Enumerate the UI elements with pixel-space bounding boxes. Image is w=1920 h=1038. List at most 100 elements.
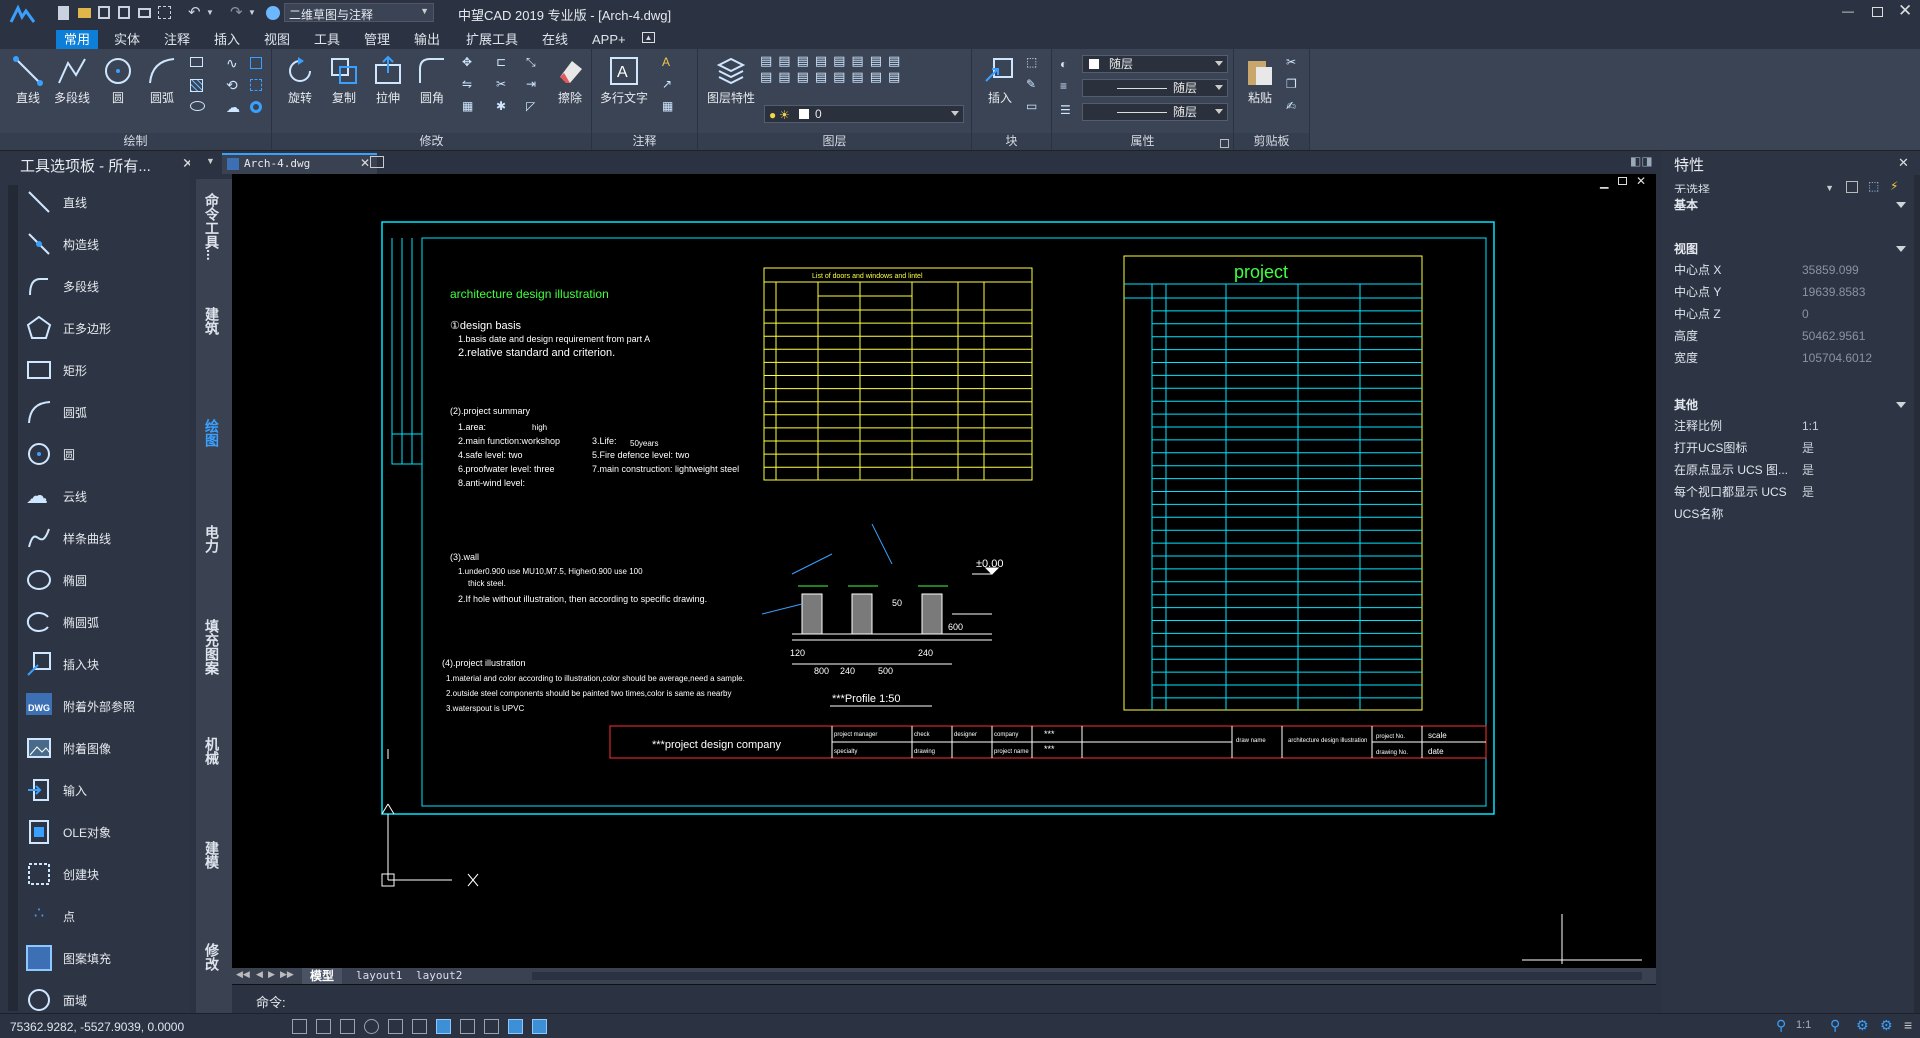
- tool-xline[interactable]: 构造线: [26, 227, 166, 261]
- tab-manage[interactable]: 管理: [356, 30, 398, 49]
- tab-view[interactable]: 视图: [256, 30, 298, 49]
- prev-layout-icon[interactable]: ◀: [256, 969, 263, 980]
- new-file-icon[interactable]: [58, 6, 69, 20]
- tab-online[interactable]: 在线: [534, 30, 576, 49]
- edit-block-icon[interactable]: ✎: [1026, 77, 1042, 93]
- prop-ucs-per-viewport[interactable]: 每个视口都显示 UCS 是: [1674, 480, 1914, 504]
- undo-dropdown-icon[interactable]: ▼: [206, 8, 214, 17]
- annotation-visibility-icon[interactable]: ⚲: [1776, 1017, 1786, 1034]
- scale-icon[interactable]: ⤡: [526, 55, 542, 71]
- save-as-icon[interactable]: [118, 6, 130, 19]
- command-line[interactable]: 命令:: [232, 984, 1656, 1013]
- arc-button[interactable]: 圆弧: [140, 55, 184, 106]
- tool-point[interactable]: ∴ 点: [26, 899, 166, 933]
- osnap-icon[interactable]: [388, 1019, 403, 1034]
- tool-revcloud[interactable]: ☁ 云线: [26, 479, 166, 513]
- save-icon[interactable]: [98, 6, 110, 19]
- tool-arc[interactable]: 圆弧: [26, 395, 166, 429]
- point-icon[interactable]: [250, 79, 262, 91]
- tab-extend-tools[interactable]: 扩展工具: [458, 30, 526, 49]
- vtab-command-tools[interactable]: 命令工具...: [200, 185, 222, 269]
- circle-button[interactable]: 圆: [96, 55, 140, 106]
- explode-icon[interactable]: ✱: [496, 99, 512, 115]
- doc-tab[interactable]: Arch-4.dwg ✕: [222, 153, 377, 174]
- mtext-button[interactable]: A 多行文字: [596, 55, 652, 106]
- tool-hatch[interactable]: 图案填充: [26, 941, 166, 975]
- match-icon[interactable]: ✍: [1286, 99, 1302, 115]
- properties-scrollbar[interactable]: [1914, 175, 1920, 1013]
- lineweight-select[interactable]: 随层: [1082, 103, 1228, 121]
- prop-height[interactable]: 高度 50462.9561: [1674, 324, 1914, 348]
- snap-icon[interactable]: [316, 1019, 331, 1034]
- prop-center-y[interactable]: 中心点 Y 19639.8583: [1674, 280, 1914, 304]
- create-block-icon[interactable]: ⬚: [1026, 55, 1042, 71]
- settings-icon[interactable]: ⚙: [1880, 1017, 1893, 1034]
- tool-line[interactable]: 直线: [26, 185, 166, 219]
- redo-dropdown-icon[interactable]: ▼: [248, 8, 256, 17]
- table-icon[interactable]: ▦: [662, 99, 678, 115]
- grid-icon[interactable]: [292, 1019, 307, 1034]
- minimize-button[interactable]: —: [1842, 4, 1856, 20]
- chamfer-icon[interactable]: ◸: [526, 99, 542, 115]
- tab-tools[interactable]: 工具: [306, 30, 348, 49]
- tool-xref[interactable]: DWG 附着外部参照: [26, 689, 166, 723]
- donut-icon[interactable]: [250, 101, 262, 113]
- polar-icon[interactable]: [364, 1019, 379, 1034]
- drawing-canvas[interactable]: ▁ ✕ architecture design illustration ①de…: [232, 174, 1656, 968]
- prop-ucs-name[interactable]: UCS名称: [1674, 502, 1914, 526]
- hatch-icon[interactable]: [190, 79, 203, 92]
- first-layout-icon[interactable]: ◀◀: [236, 969, 250, 980]
- attribute-icon[interactable]: ▭: [1026, 99, 1042, 115]
- tool-insert-block[interactable]: 插入块: [26, 647, 166, 681]
- line-button[interactable]: 直线: [6, 55, 50, 106]
- redo-icon[interactable]: ↷: [230, 3, 243, 21]
- vtab-architecture[interactable]: 建筑: [200, 301, 222, 341]
- spline-icon[interactable]: ∿: [226, 55, 242, 71]
- prop-center-x[interactable]: 中心点 X 35859.099: [1674, 258, 1914, 282]
- panel-launcher-icon[interactable]: [1220, 139, 1229, 148]
- tool-create-block[interactable]: 创建块: [26, 857, 166, 891]
- linetype-select[interactable]: 随层: [1082, 79, 1228, 97]
- dynamic-ucs-icon[interactable]: [436, 1019, 451, 1034]
- customize-icon[interactable]: ≡: [1904, 1017, 1912, 1033]
- tab-common[interactable]: 常用: [56, 30, 99, 49]
- tool-polygon[interactable]: 正多边形: [26, 311, 166, 345]
- paste-button[interactable]: 粘贴: [1238, 55, 1282, 106]
- layer-select[interactable]: ● ☀ 0: [764, 105, 964, 123]
- copy-clip-icon[interactable]: ❐: [1286, 77, 1302, 93]
- tool-spline[interactable]: 样条曲线: [26, 521, 166, 555]
- vtab-modify[interactable]: 修改: [200, 937, 222, 977]
- vtab-hatch-patterns[interactable]: 填充图案: [200, 607, 222, 687]
- undo-icon[interactable]: ↶: [188, 3, 201, 21]
- last-layout-icon[interactable]: ▶▶: [280, 969, 294, 980]
- cut-icon[interactable]: ✂: [1286, 55, 1302, 71]
- tool-rectangle[interactable]: 矩形: [26, 353, 166, 387]
- ortho-icon[interactable]: [340, 1019, 355, 1034]
- print-icon[interactable]: [138, 8, 151, 18]
- vtab-modeling[interactable]: 建模: [200, 835, 222, 875]
- close-button[interactable]: ✕: [1898, 1, 1912, 21]
- cloud-icon[interactable]: ☁: [226, 99, 242, 115]
- layer-properties-button[interactable]: 图层特性: [702, 55, 760, 106]
- layout-tab-layout1[interactable]: layout1: [348, 968, 410, 984]
- maximize-button[interactable]: [1872, 7, 1883, 17]
- otrack-icon[interactable]: [412, 1019, 427, 1034]
- rectangle-icon[interactable]: [190, 57, 203, 67]
- prop-width[interactable]: 宽度 105704.6012: [1674, 346, 1914, 370]
- selection-cycling-icon[interactable]: [532, 1019, 547, 1034]
- stretch-button[interactable]: 拉伸: [366, 55, 410, 106]
- move-icon[interactable]: ✥: [462, 55, 478, 71]
- panel-switch-icon[interactable]: ◧◨: [1630, 154, 1653, 170]
- prop-ucs-icon-on[interactable]: 打开UCS图标 是: [1674, 436, 1914, 460]
- polyline-button[interactable]: 多段线: [50, 55, 94, 106]
- polygon-icon[interactable]: [250, 57, 262, 69]
- color-select[interactable]: 随层: [1082, 55, 1228, 73]
- extend-icon[interactable]: ⇥: [526, 77, 542, 93]
- tab-solid[interactable]: 实体: [106, 30, 148, 49]
- tool-polyline[interactable]: 多段线: [26, 269, 166, 303]
- section-basic[interactable]: 基本: [1662, 193, 1914, 217]
- region-icon[interactable]: ⟲: [226, 77, 242, 93]
- select-objects-icon[interactable]: ⬚: [1868, 179, 1879, 193]
- new-tab-icon[interactable]: [370, 156, 384, 168]
- tab-annotate[interactable]: 注释: [156, 30, 198, 49]
